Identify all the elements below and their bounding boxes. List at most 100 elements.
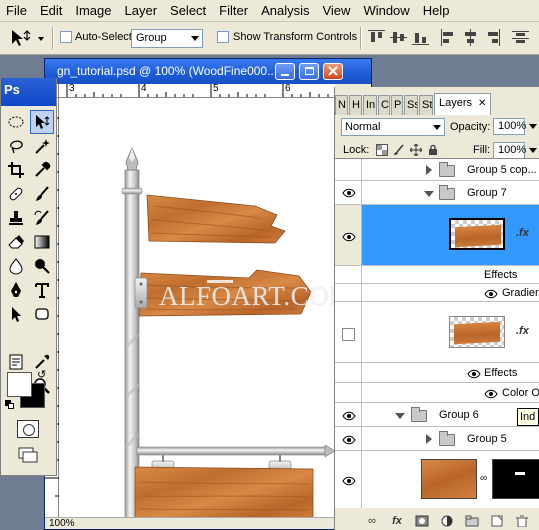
visibility-toggle[interactable]	[335, 181, 362, 204]
add-mask-icon[interactable]	[415, 515, 429, 527]
fill-field[interactable]: 100%	[493, 142, 526, 159]
tab-swatches[interactable]: Ss	[404, 95, 418, 115]
gradient-tool[interactable]	[30, 230, 54, 254]
menu-layer[interactable]: Layer	[119, 0, 165, 22]
eyedropper-tool[interactable]	[30, 158, 54, 182]
tab-color[interactable]: C	[378, 95, 390, 115]
trash-icon[interactable]	[515, 515, 529, 527]
layer-row[interactable]: ∞	[335, 451, 539, 508]
layer-mask-thumbnail[interactable]	[492, 459, 539, 499]
visibility-toggle[interactable]	[335, 363, 362, 382]
layer-thumbnail[interactable]	[449, 218, 505, 250]
menu-analysis[interactable]: Analysis	[255, 0, 316, 22]
menu-filter[interactable]: Filter	[213, 0, 255, 22]
menu-window[interactable]: Window	[357, 0, 416, 22]
move-tool[interactable]	[30, 110, 54, 134]
fx-icon[interactable]: .fx	[516, 227, 529, 239]
auto-select-checkbox[interactable]	[60, 31, 72, 43]
visibility-toggle[interactable]	[335, 383, 362, 402]
align-bottom-icon[interactable]	[412, 29, 429, 46]
layer-thumbnail[interactable]	[421, 459, 477, 499]
zoom-level[interactable]: 100%	[49, 518, 75, 529]
magic-wand-tool[interactable]	[30, 134, 54, 158]
canvas[interactable]: ALFOART.COM	[59, 98, 335, 519]
history-brush-tool[interactable]	[30, 206, 54, 230]
eraser-tool[interactable]	[4, 230, 28, 254]
align-top-icon[interactable]	[368, 29, 385, 46]
menu-select[interactable]: Select	[164, 0, 213, 22]
effects-row[interactable]: Effects	[335, 266, 539, 284]
type-tool[interactable]	[30, 278, 54, 302]
align-hcenter-icon[interactable]	[462, 29, 479, 46]
menu-edit[interactable]: Edit	[34, 0, 69, 22]
visibility-toggle[interactable]	[335, 284, 362, 301]
clone-stamp-tool[interactable]	[4, 206, 28, 230]
minimize-button[interactable]	[275, 63, 295, 80]
menu-view[interactable]: View	[316, 0, 357, 22]
visibility-toggle[interactable]	[335, 159, 362, 180]
effects-row[interactable]: Effects	[335, 363, 539, 383]
show-transform-checkbox[interactable]	[217, 31, 229, 43]
layer-row[interactable]: Group 7	[335, 181, 539, 205]
expand-arrow-icon[interactable]	[426, 165, 432, 175]
effect-row[interactable]: Color O...	[335, 383, 539, 403]
tool-preset-picker[interactable]	[8, 28, 46, 48]
healing-brush-tool[interactable]	[4, 182, 28, 206]
toolbox-header[interactable]: Ps	[1, 78, 56, 106]
tab-paths[interactable]: P	[391, 95, 403, 115]
effect-row[interactable]: Gradien...	[335, 284, 539, 302]
opacity-arrow-icon[interactable]	[529, 124, 537, 130]
lock-position-icon[interactable]	[409, 143, 423, 157]
layer-row-selected[interactable]: .fx	[335, 205, 539, 266]
tab-histogram[interactable]: H	[349, 95, 362, 115]
foreground-color-swatch[interactable]	[7, 372, 32, 397]
blend-mode-dropdown[interactable]: Normal	[341, 118, 445, 136]
crop-tool[interactable]	[4, 158, 28, 182]
menu-file[interactable]: File	[0, 0, 34, 22]
fill-arrow-icon[interactable]	[529, 148, 537, 154]
lock-transparency-icon[interactable]	[376, 144, 388, 156]
eye-icon[interactable]	[484, 388, 498, 399]
tab-styles[interactable]: St	[419, 95, 433, 115]
new-group-icon[interactable]	[465, 515, 479, 527]
menu-image[interactable]: Image	[69, 0, 118, 22]
blur-tool[interactable]	[4, 254, 28, 278]
tab-layers[interactable]: Layers ✕	[434, 93, 492, 115]
eye-icon[interactable]	[467, 368, 481, 379]
visibility-toggle[interactable]	[335, 427, 362, 450]
layer-row[interactable]: .fx	[335, 302, 539, 363]
pen-tool[interactable]	[4, 278, 28, 302]
close-icon[interactable]: ✕	[478, 98, 486, 109]
auto-select-dropdown[interactable]: Group	[131, 29, 203, 48]
close-button[interactable]	[323, 63, 343, 80]
shape-tool[interactable]	[30, 302, 54, 326]
path-selection-tool[interactable]	[4, 302, 28, 326]
collapse-arrow-icon[interactable]	[395, 413, 405, 419]
fx-icon[interactable]: .fx	[516, 325, 529, 337]
tab-navigator[interactable]: N	[335, 95, 348, 115]
add-style-icon[interactable]: fx	[390, 515, 404, 527]
link-icon[interactable]: ∞	[480, 473, 487, 484]
eye-icon[interactable]	[484, 288, 498, 299]
visibility-toggle[interactable]	[335, 266, 362, 283]
dodge-tool[interactable]	[30, 254, 54, 278]
tab-info[interactable]: In	[363, 95, 377, 115]
swap-colors-icon[interactable]: ↺	[37, 368, 46, 381]
lock-all-icon[interactable]	[427, 144, 439, 156]
expand-arrow-icon[interactable]	[426, 434, 432, 444]
align-left-icon[interactable]	[440, 29, 457, 46]
layer-thumbnail[interactable]	[449, 316, 505, 348]
visibility-toggle[interactable]	[335, 451, 362, 508]
align-right-icon[interactable]	[484, 29, 501, 46]
menu-help[interactable]: Help	[417, 0, 457, 22]
notes-tool[interactable]	[4, 350, 28, 374]
new-layer-icon[interactable]	[490, 515, 504, 527]
marquee-tool[interactable]	[4, 110, 28, 134]
visibility-toggle[interactable]	[335, 403, 362, 426]
screen-mode-button[interactable]	[17, 446, 39, 464]
align-vcenter-icon[interactable]	[390, 29, 407, 46]
lasso-tool[interactable]	[4, 134, 28, 158]
distribute-top-icon[interactable]	[512, 29, 529, 46]
brush-tool[interactable]	[30, 182, 54, 206]
default-colors-icon[interactable]	[5, 400, 15, 410]
